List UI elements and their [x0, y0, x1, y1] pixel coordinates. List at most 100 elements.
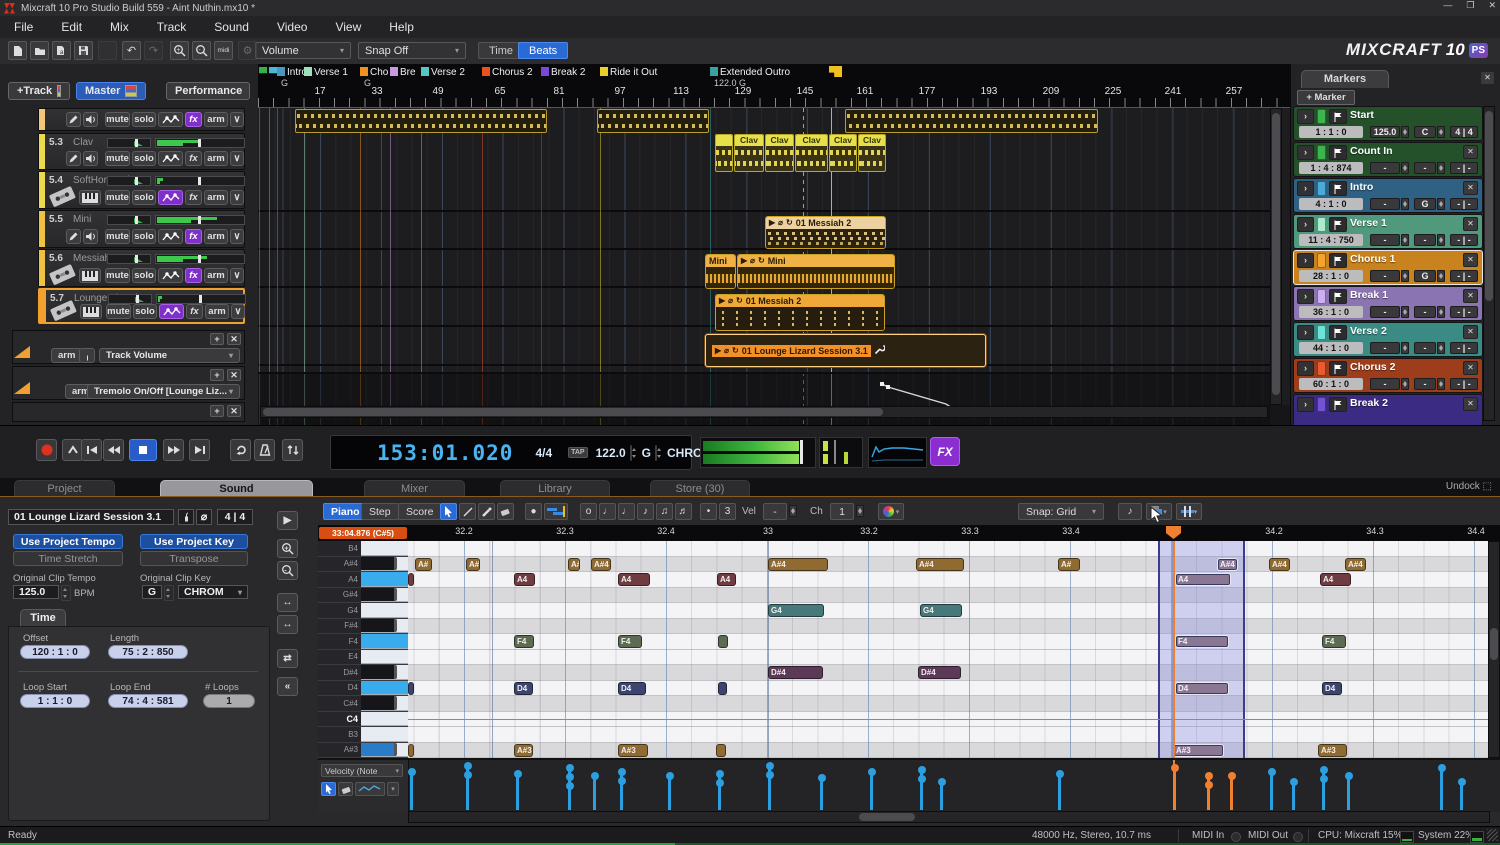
midi-note[interactable]: D4 [618, 682, 646, 695]
black-key[interactable] [361, 743, 397, 757]
volume-slider[interactable] [108, 294, 152, 304]
marker-signature[interactable]: - | - [1450, 306, 1478, 318]
maximize-button[interactable]: ❐ [1466, 0, 1474, 11]
piano-key-b3[interactable]: B3 [318, 727, 408, 743]
track-meter[interactable] [155, 138, 245, 148]
marker-flag-icon[interactable] [482, 67, 490, 76]
midi-note[interactable]: A4 [717, 573, 736, 586]
track-caret-icon[interactable]: ∨ [230, 229, 244, 244]
volume-slider[interactable] [107, 254, 151, 264]
num-loops-field[interactable]: 1 [203, 694, 255, 708]
arrangement-vscroll-thumb[interactable] [1272, 113, 1280, 395]
marker-color-chip[interactable] [1317, 361, 1326, 376]
duration-3-button[interactable]: ♪ [637, 503, 654, 520]
piano-roll-hscroll-thumb[interactable] [859, 813, 915, 821]
midi-note[interactable]: A4 [618, 573, 650, 586]
midi-note[interactable]: A#4 [1269, 558, 1290, 571]
marker-expand-icon[interactable]: › [1297, 253, 1314, 268]
midi-note[interactable]: A# [466, 558, 480, 571]
metronome-button[interactable] [254, 439, 275, 461]
undo-icon[interactable]: ↶ [122, 41, 141, 60]
track-5.3[interactable]: 5.3Clavmutesolofxarm∨ [38, 133, 245, 170]
audio-clip[interactable] [597, 109, 709, 133]
color-wheel-icon[interactable]: ▾ [878, 503, 904, 520]
piano-keyboard-icon[interactable] [80, 304, 102, 319]
velocity-lane[interactable]: Velocity (Note▾ ▾ [318, 758, 1500, 812]
marker-close-icon[interactable]: ✕ [1463, 181, 1478, 195]
fx-button[interactable]: fx [185, 151, 202, 166]
key-surface[interactable] [361, 743, 408, 758]
midi-note[interactable]: A#3 [618, 744, 648, 757]
marker-card-chorus-2[interactable]: ›Chorus 2✕60 : 1 : 0--- | - [1293, 358, 1483, 393]
save-file-icon[interactable] [74, 41, 93, 60]
marker-expand-icon[interactable]: › [1297, 181, 1314, 196]
marker-tempo[interactable]: - [1370, 306, 1400, 318]
dotted-note-button[interactable]: • [700, 503, 717, 520]
marker-card-verse-2[interactable]: ›Verse 2✕44 : 1 : 0--- | - [1293, 322, 1483, 357]
marker-key[interactable]: - [1414, 342, 1436, 354]
velocity-handle[interactable] [1056, 770, 1064, 778]
marker-signature[interactable]: - | - [1450, 378, 1478, 390]
clip[interactable]: ▶⌀↻01 Messiah 2 [765, 216, 886, 249]
marker-expand-icon[interactable]: › [1297, 145, 1314, 160]
tab-library[interactable]: Library [500, 480, 610, 496]
h-zoom-out-button[interactable]: ↔ [277, 615, 298, 634]
clip[interactable]: ▶⌀↻01 Messiah 2 [715, 294, 885, 331]
piano-keyboard-icon[interactable] [79, 190, 101, 205]
marker-key-spinner[interactable] [1437, 378, 1445, 390]
mute-button[interactable]: mute [105, 190, 130, 205]
clav-clip[interactable]: Clav [795, 134, 828, 172]
marker-card-intro[interactable]: ›Intro✕4 : 1 : 0-G- | - [1293, 178, 1483, 213]
velocity-stem[interactable] [620, 770, 623, 810]
clav-clip[interactable]: Clav [829, 134, 857, 172]
piano-key-ds4[interactable]: D#4 [318, 665, 408, 681]
marker-key[interactable]: - [1414, 162, 1436, 174]
menu-sound[interactable]: Sound [200, 17, 263, 37]
lane-close-icon[interactable]: ✕ [227, 405, 241, 417]
black-key[interactable] [361, 588, 397, 602]
piano-key-b4[interactable]: B4 [318, 541, 408, 557]
volume-slider[interactable] [107, 176, 151, 186]
piano-key-f4[interactable]: F4 [318, 634, 408, 650]
marker-signature[interactable]: 4 | 4 [1450, 126, 1478, 138]
key-surface[interactable] [361, 712, 408, 727]
pointer-tool[interactable] [440, 503, 457, 520]
midi-note[interactable]: F4 [1322, 635, 1346, 648]
key-surface[interactable] [361, 557, 408, 572]
tempo-value[interactable]: 122.0 [596, 446, 626, 460]
mute-button[interactable]: mute [105, 268, 130, 283]
midi-editor-icon[interactable]: midi [214, 41, 233, 60]
marker-time[interactable]: 4 : 1 : 0 [1299, 198, 1363, 210]
menu-edit[interactable]: Edit [47, 17, 96, 37]
grid-options-icon[interactable]: ▾ [1176, 503, 1202, 520]
key-surface[interactable] [361, 619, 408, 634]
marker-time[interactable]: 36 : 1 : 0 [1299, 306, 1363, 318]
piano-key-d4[interactable]: D4 [318, 681, 408, 697]
velocity-handle[interactable] [938, 778, 946, 786]
automation-icon[interactable] [158, 190, 183, 205]
mode-step[interactable]: Step [361, 503, 399, 520]
use-project-key-button[interactable]: Use Project Key [140, 534, 248, 549]
loop-start-field[interactable]: 1 : 1 : 0 [20, 694, 90, 708]
draw-icon[interactable] [66, 151, 81, 166]
marker-time[interactable]: 1 : 1 : 0 [1299, 126, 1363, 138]
fx-button[interactable]: fx [185, 112, 202, 127]
marker-key[interactable]: - [1414, 306, 1436, 318]
solo-button[interactable]: solo [132, 190, 156, 205]
step-record-button[interactable] [544, 503, 568, 520]
settings-icon[interactable]: ⚙ [238, 41, 257, 60]
marker-key-spinner[interactable] [1437, 162, 1445, 174]
menu-video[interactable]: Video [263, 17, 321, 37]
marker-close-icon[interactable]: ✕ [1463, 361, 1478, 375]
midi-note[interactable]: A#3 [1318, 744, 1347, 757]
velocity-handle[interactable] [666, 772, 674, 780]
markers-tab[interactable]: Markers [1301, 70, 1389, 88]
arm-button[interactable]: arm [204, 268, 228, 283]
marker-tempo[interactable]: - [1370, 234, 1400, 246]
velocity-curve-tool[interactable] [355, 782, 385, 796]
marker-close-icon[interactable]: ✕ [1463, 397, 1478, 411]
lane-arm-button[interactable]: arm [51, 348, 82, 363]
black-key[interactable] [361, 557, 397, 571]
audio-clip[interactable] [295, 109, 547, 133]
midi-note[interactable]: A4 [514, 573, 535, 586]
